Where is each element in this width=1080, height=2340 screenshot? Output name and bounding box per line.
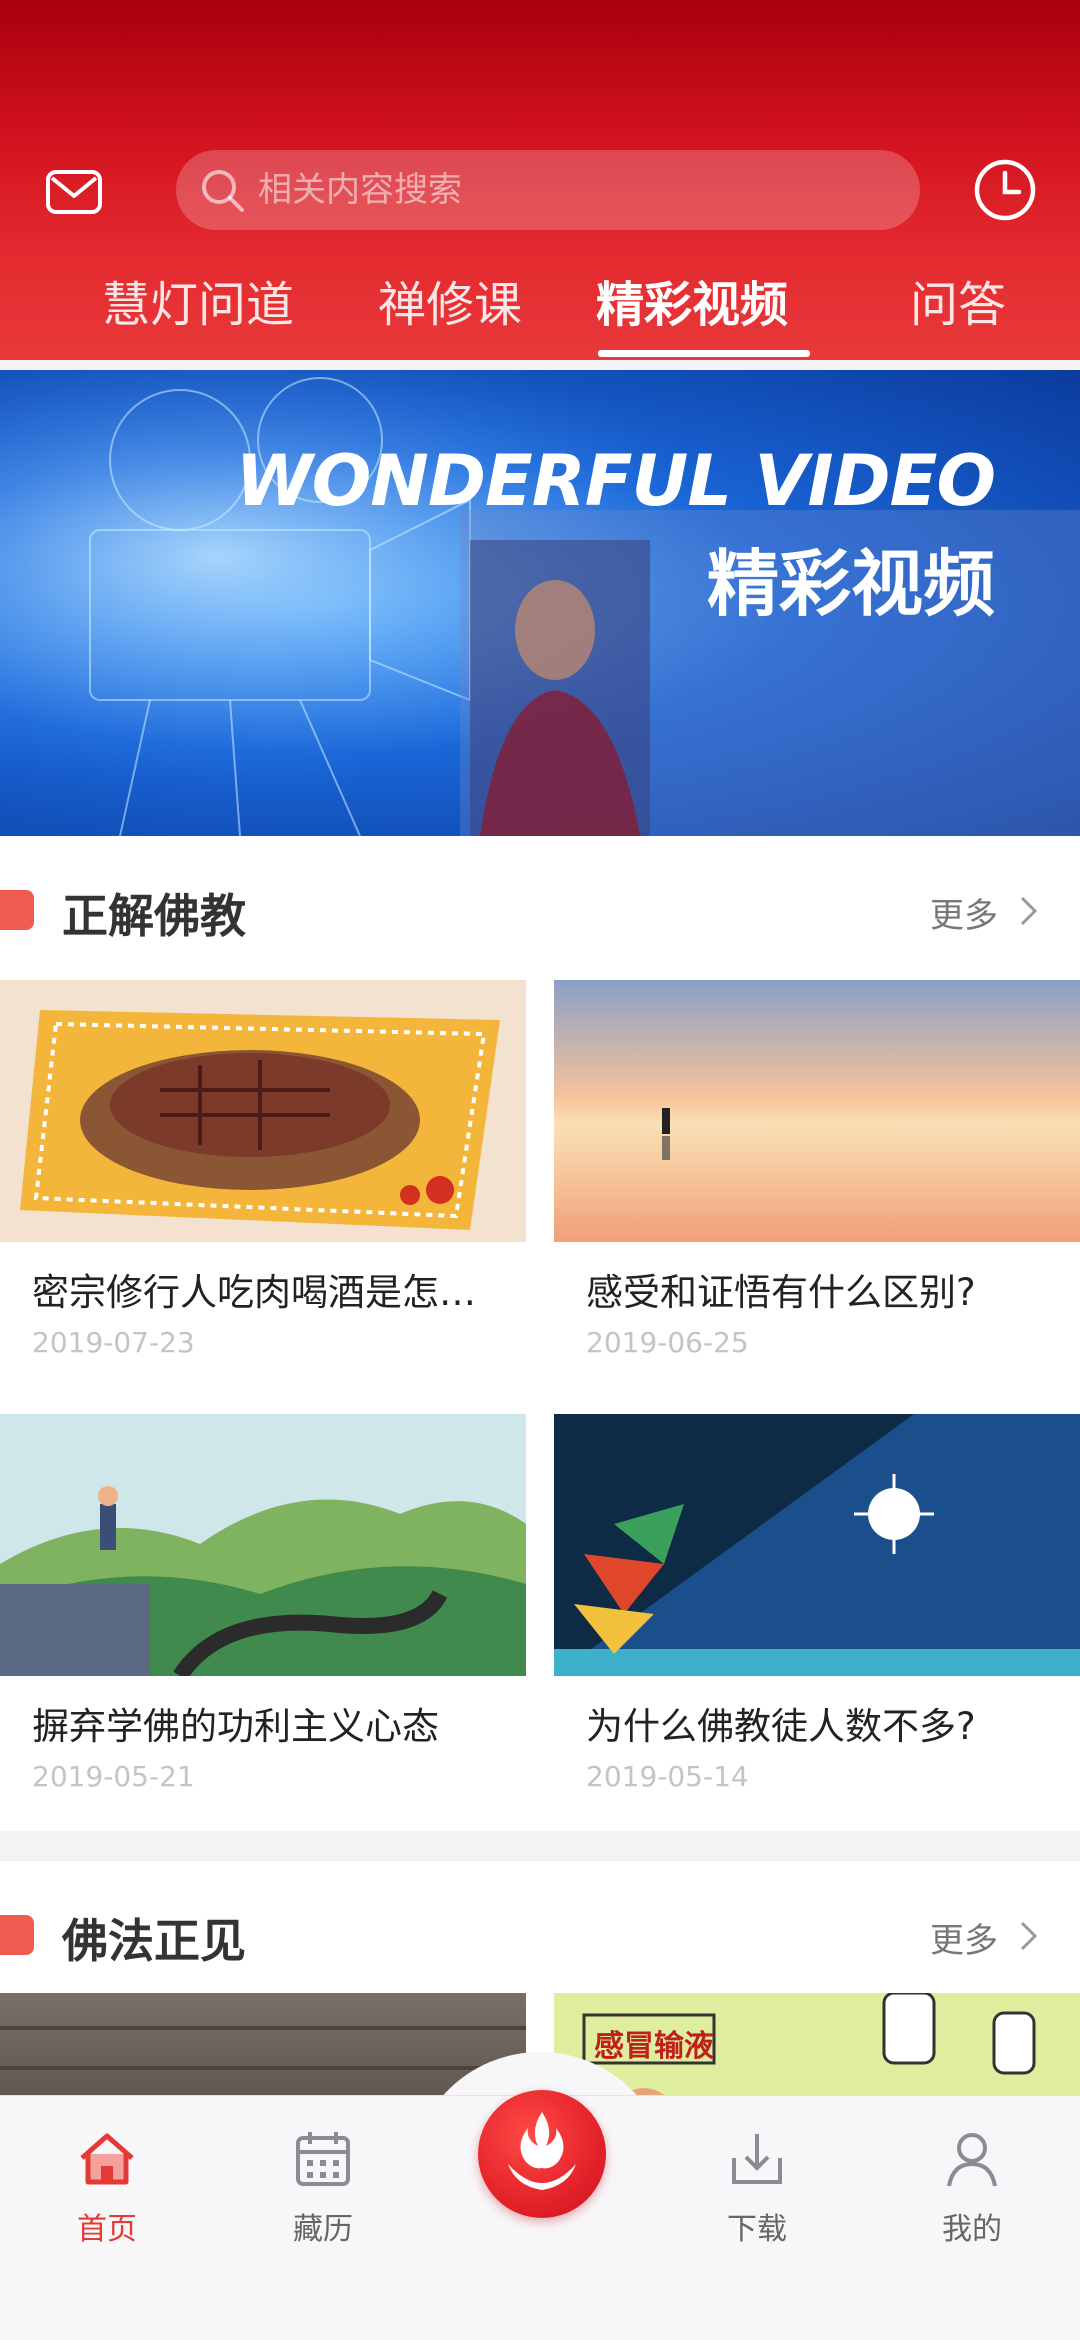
section-title: 佛法正见 — [62, 1914, 246, 1968]
video-thumbnail — [554, 980, 1080, 1242]
nav-label: 下载 — [727, 2212, 787, 2247]
video-thumbnail — [0, 1414, 526, 1676]
video-card[interactable]: 密宗修行人吃肉喝酒是怎… 2019-07-23 — [0, 980, 526, 1359]
center-logo-button[interactable] — [478, 2090, 606, 2218]
tab-chanxiu-ke[interactable]: 禅修课 — [378, 270, 522, 360]
banner-title-en: WONDERFUL VIDEO — [235, 440, 996, 522]
search-icon — [202, 170, 244, 212]
tab-huideng-wendao[interactable]: 慧灯问道 — [102, 270, 294, 360]
video-thumbnail: 感冒输液 — [554, 1993, 1080, 2103]
video-title: 摒弃学佛的功利主义心态 — [32, 1705, 439, 1748]
section-zhengjie-fojiao: 正解佛教 更多 密宗修行人吃肉喝酒是怎… 2019-07-23 感受和证悟有什么… — [0, 836, 1080, 1831]
nav-label: 我的 — [942, 2212, 1002, 2247]
tab-wenda[interactable]: 问答 — [910, 270, 1006, 360]
video-date: 2019-06-25 — [586, 1326, 749, 1359]
category-tabs: 慧灯问道 禅修课 精彩视频 问答 — [0, 270, 1080, 360]
history-clock-icon[interactable] — [970, 155, 1040, 225]
more-link[interactable]: 更多 — [930, 888, 998, 937]
section-header: 正解佛教 更多 — [0, 836, 1080, 986]
section-title: 正解佛教 — [62, 889, 246, 943]
video-date: 2019-05-14 — [586, 1760, 749, 1793]
mail-icon[interactable] — [42, 160, 106, 224]
video-title: 密宗修行人吃肉喝酒是怎… — [32, 1271, 476, 1314]
tab-jingcai-shipin[interactable]: 精彩视频 — [596, 270, 788, 360]
video-thumbnail — [554, 1414, 1080, 1676]
video-date: 2019-05-21 — [32, 1760, 195, 1793]
video-card[interactable]: 感冒输液 — [554, 1993, 1080, 2103]
chevron-right-icon[interactable] — [1018, 894, 1040, 928]
top-header: 相关内容搜索 慧灯问道 禅修课 精彩视频 问答 — [0, 0, 1080, 360]
nav-calendar[interactable]: 藏历 — [243, 2096, 403, 2248]
section-header: 佛法正见 更多 — [0, 1861, 1080, 2011]
nav-home[interactable]: 首页 — [27, 2096, 187, 2248]
video-card[interactable]: 摒弃学佛的功利主义心态 2019-05-21 — [0, 1414, 526, 1793]
home-icon — [80, 2133, 134, 2185]
video-card[interactable]: 感受和证悟有什么区别? 2019-06-25 — [554, 980, 1080, 1359]
more-link[interactable]: 更多 — [930, 1913, 998, 1962]
video-title: 为什么佛教徒人数不多? — [586, 1705, 976, 1748]
video-thumbnail — [0, 1993, 526, 2103]
active-tab-indicator — [598, 350, 810, 357]
lotus-flame-logo-icon — [508, 2112, 576, 2190]
search-bar[interactable]: 相关内容搜索 — [176, 150, 920, 230]
video-card[interactable]: 为什么佛教徒人数不多? 2019-05-14 — [554, 1414, 1080, 1793]
section-marker — [0, 890, 34, 930]
banner-image[interactable]: WONDERFUL VIDEO 精彩视频 — [0, 370, 1080, 836]
nav-download[interactable]: 下载 — [677, 2096, 837, 2248]
search-placeholder: 相关内容搜索 — [258, 170, 462, 210]
download-icon — [732, 2134, 782, 2184]
nav-label: 首页 — [77, 2212, 137, 2247]
banner-title-cn: 精彩视频 — [706, 542, 995, 626]
chevron-right-icon[interactable] — [1018, 1919, 1040, 1953]
thumb-caption: 感冒输液 — [594, 2029, 714, 2064]
video-title: 感受和证悟有什么区别? — [586, 1271, 976, 1314]
calendar-icon — [296, 2132, 350, 2186]
nav-profile[interactable]: 我的 — [892, 2096, 1052, 2248]
video-thumbnail — [0, 980, 526, 1242]
section-marker — [0, 1915, 34, 1955]
nav-label: 藏历 — [293, 2212, 353, 2247]
video-card[interactable] — [0, 1993, 526, 2103]
user-icon — [947, 2133, 997, 2187]
video-date: 2019-07-23 — [32, 1326, 195, 1359]
